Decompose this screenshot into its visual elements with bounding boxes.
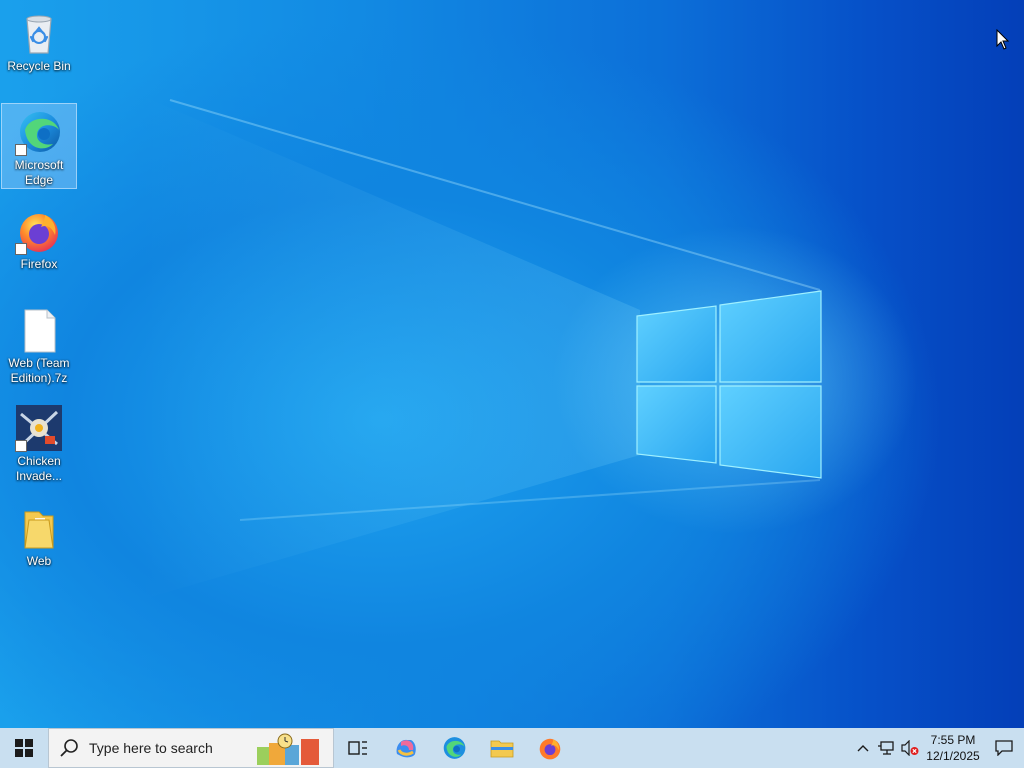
archive-file-icon — [15, 306, 63, 354]
notification-icon — [995, 740, 1013, 756]
desktop-icon-label: Web — [26, 554, 52, 568]
chicken-invaders-icon — [15, 404, 63, 452]
task-view-button[interactable] — [334, 728, 382, 768]
desktop-icon-recycle-bin[interactable]: Recycle Bin — [2, 5, 76, 77]
start-button[interactable] — [0, 728, 48, 768]
volume-button[interactable] — [898, 728, 922, 768]
action-center-button[interactable] — [984, 728, 1024, 768]
shortcut-arrow-icon — [15, 144, 27, 156]
clock-time: 7:55 PM — [930, 733, 976, 747]
volume-muted-icon — [901, 740, 919, 756]
task-view-icon — [348, 741, 367, 755]
copilot-icon — [396, 739, 416, 758]
shortcut-arrow-icon — [15, 440, 27, 452]
clock-date: 12/1/2025 — [926, 749, 980, 763]
desktop-icon-label: Chicken Invade... — [15, 454, 63, 483]
desktop-icon-web-folder[interactable]: Web — [2, 500, 76, 572]
desktop-icon-archive-file[interactable]: Web (Team Edition).7z — [2, 302, 76, 389]
chevron-up-icon — [857, 745, 869, 752]
show-hidden-icons-button[interactable] — [852, 728, 874, 768]
desktop-icon-label: Microsoft Edge — [14, 158, 64, 187]
taskbar-copilot-button[interactable] — [382, 728, 430, 768]
firefox-icon — [15, 207, 63, 255]
taskbar-clock[interactable]: 7:55 PM 12/1/2025 — [922, 732, 984, 764]
search-placeholder: Type here to search — [89, 740, 213, 756]
desktop-icon-label: Recycle Bin — [7, 59, 71, 73]
network-status-button[interactable] — [874, 728, 898, 768]
desktop-icon-label: Firefox — [20, 257, 58, 271]
shortcut-arrow-icon — [15, 243, 27, 255]
recycle-bin-icon — [15, 9, 63, 57]
mouse-cursor-icon — [996, 29, 1010, 50]
edge-icon — [15, 108, 63, 156]
windows-start-icon — [15, 739, 33, 757]
desktop-icon-label: Web (Team Edition).7z — [8, 356, 70, 385]
network-icon — [878, 741, 894, 755]
taskbar: Type here to search 7:55 PM 12/1/2025 — [0, 728, 1024, 768]
desktop-wallpaper: Recycle Bin Microsoft Edge Firefox Web (… — [0, 0, 1024, 728]
search-highlight-shopping-icon — [257, 733, 319, 765]
desktop-icon-firefox[interactable]: Firefox — [2, 203, 76, 275]
taskbar-edge-button[interactable] — [430, 728, 478, 768]
edge-icon — [443, 737, 466, 759]
taskbar-search-box[interactable]: Type here to search — [48, 728, 334, 768]
windows-logo-wallpaper — [140, 95, 822, 600]
search-icon — [60, 739, 78, 757]
taskbar-firefox-button[interactable] — [526, 728, 574, 768]
file-explorer-icon — [490, 740, 514, 758]
firefox-icon — [539, 738, 561, 760]
taskbar-file-explorer-button[interactable] — [478, 728, 526, 768]
desktop-icon-microsoft-edge[interactable]: Microsoft Edge — [1, 103, 77, 189]
folder-icon — [15, 504, 63, 552]
desktop-icon-chicken-invaders[interactable]: Chicken Invade... — [2, 400, 76, 487]
system-tray: 7:55 PM 12/1/2025 — [852, 728, 1024, 768]
